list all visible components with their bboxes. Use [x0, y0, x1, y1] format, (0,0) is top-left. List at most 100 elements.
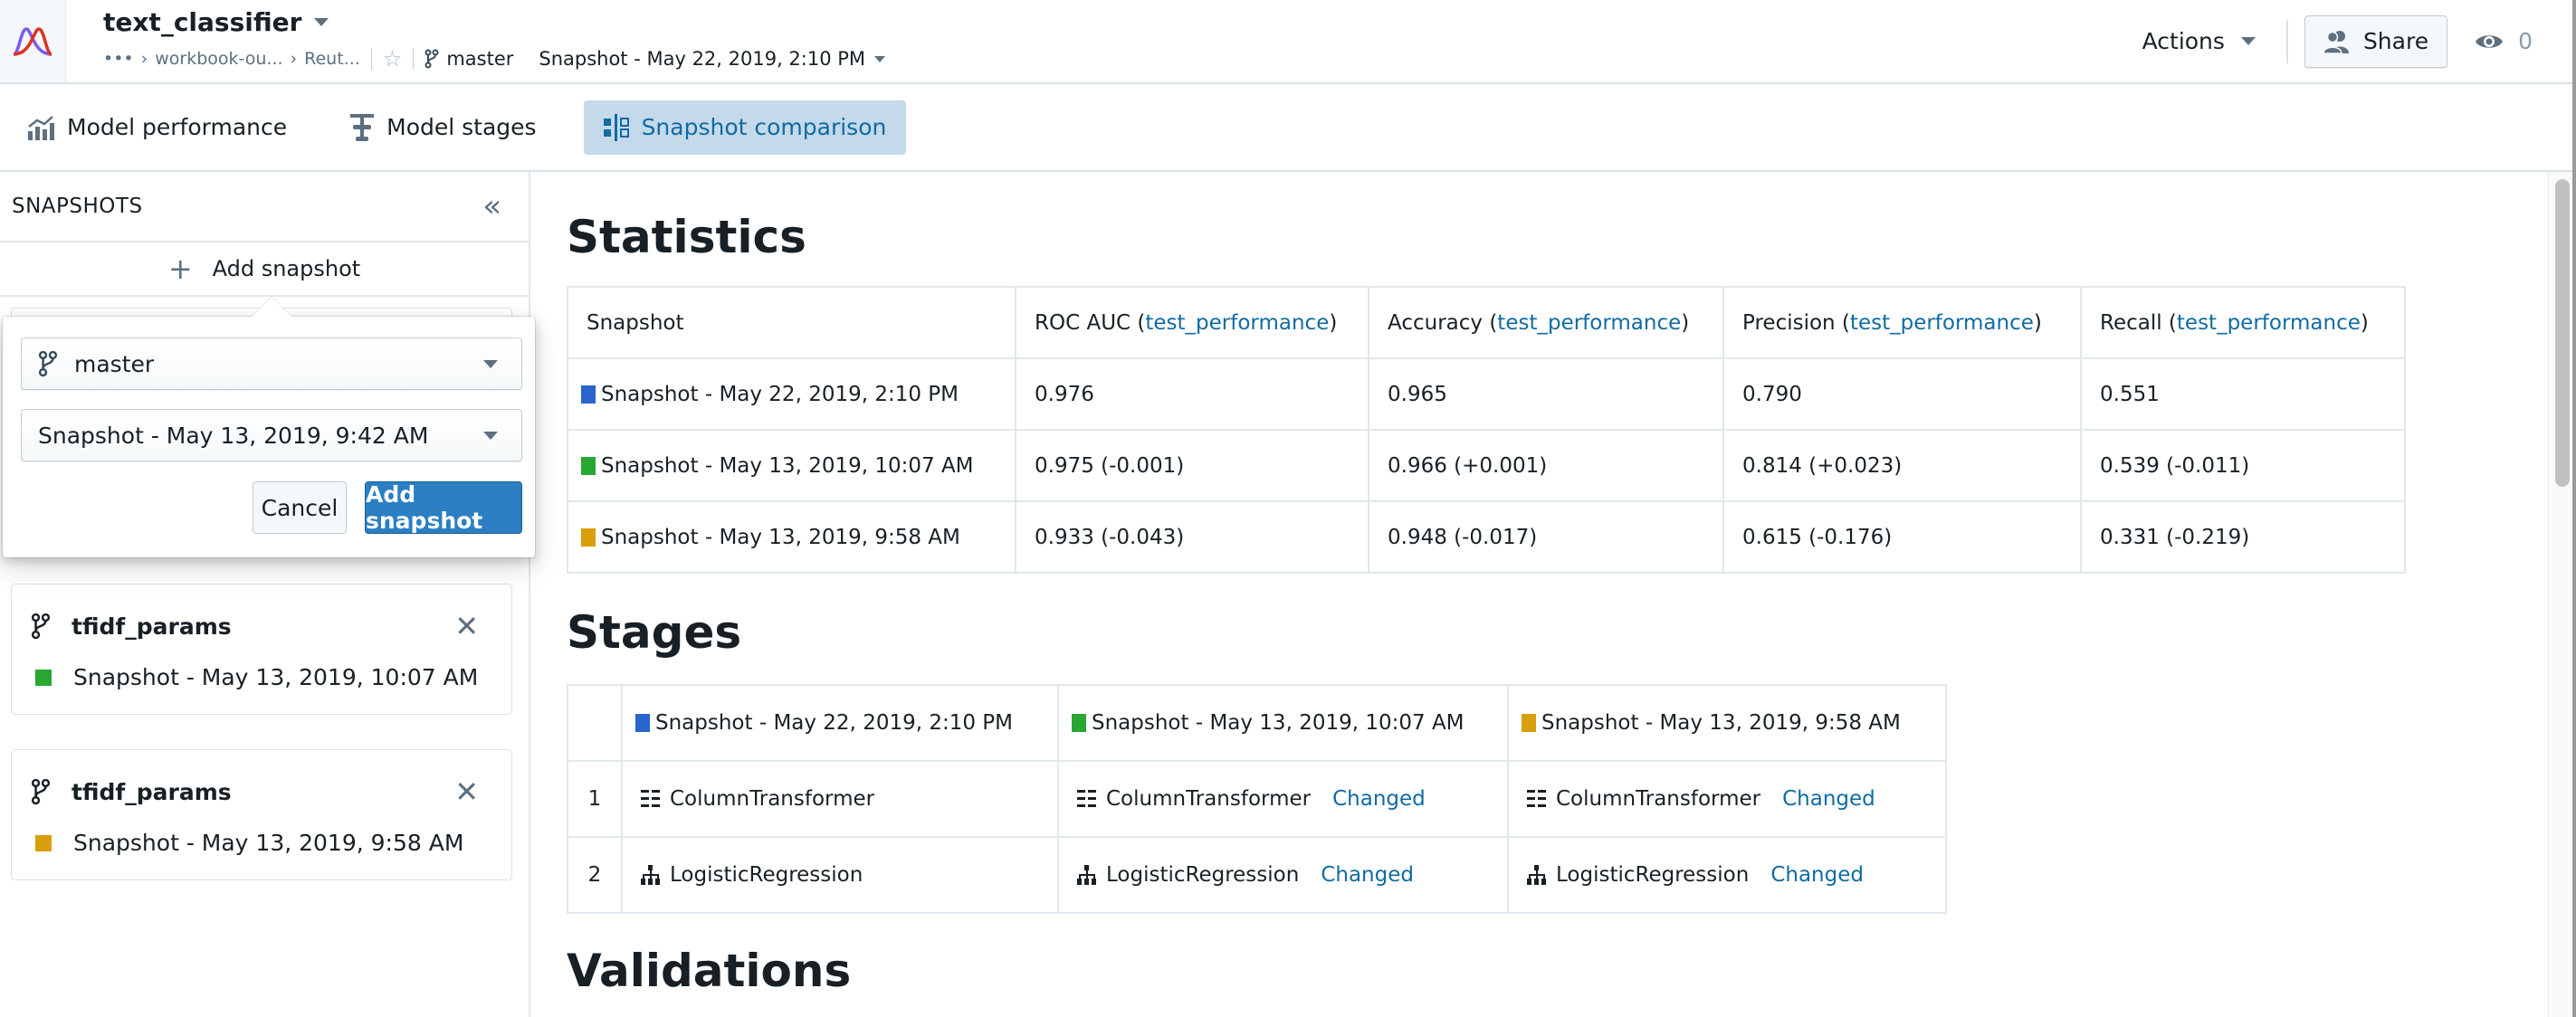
git-branch-icon: [31, 778, 51, 805]
branch-select[interactable]: master: [21, 337, 522, 390]
table-row: Snapshot - May 13, 2019, 9:58 AM 0.933 (…: [567, 500, 2406, 574]
add-snapshot-button[interactable]: Add snapshot: [365, 481, 522, 534]
title-caret-icon: [314, 18, 329, 26]
tab-snapshot-comparison[interactable]: Snapshot comparison: [583, 100, 907, 155]
stage-item[interactable]: ColumnTransformer: [641, 787, 1039, 811]
changed-link[interactable]: Changed: [1782, 787, 1875, 811]
git-branch-icon: [31, 613, 51, 640]
cell-roc-auc: 0.975 (-0.001): [1015, 429, 1369, 502]
plus-icon: +: [167, 252, 193, 286]
divider: [413, 48, 415, 70]
column-header: Snapshot - May 22, 2019, 2:10 PM: [621, 684, 1059, 762]
source-link[interactable]: test_performance: [2177, 311, 2361, 335]
color-swatch: [1522, 714, 1536, 732]
cell-accuracy: 0.948 (-0.017): [1368, 500, 1724, 574]
hierarchy-icon: [641, 865, 660, 885]
source-link[interactable]: test_performance: [1497, 311, 1681, 335]
remove-snapshot-icon[interactable]: ✕: [454, 612, 479, 641]
table-row: Snapshot - May 22, 2019, 2:10 PM 0.976 0…: [567, 357, 2406, 431]
app-title[interactable]: text_classifier: [103, 7, 329, 37]
stage-item[interactable]: ColumnTransformer Changed: [1527, 787, 1927, 811]
row-number: 2: [567, 836, 623, 914]
add-snapshot-trigger[interactable]: + Add snapshot: [0, 242, 529, 297]
breadcrumb: ••• › workbook-ou... › Reut... ☆ master …: [103, 46, 886, 71]
stage-item[interactable]: LogisticRegression Changed: [1527, 863, 1927, 887]
snapshot-card: tfidf_params ✕ Snapshot - May 13, 2019, …: [11, 584, 512, 715]
breadcrumb-item-workbook[interactable]: workbook-ou...: [155, 49, 282, 69]
stage-item[interactable]: LogisticRegression: [641, 863, 1039, 887]
collapse-sidebar-icon[interactable]: «: [482, 191, 501, 222]
branch-selector[interactable]: master: [425, 48, 513, 70]
chevron-down-icon: [2240, 37, 2256, 45]
cell-precision: 0.814 (+0.023): [1722, 429, 2082, 502]
table-row: Snapshot - May 13, 2019, 10:07 AM 0.975 …: [567, 429, 2406, 502]
snapshot-select[interactable]: Snapshot - May 13, 2019, 9:42 AM: [21, 409, 522, 461]
snapshots-sidebar: SNAPSHOTS « + Add snapshot master Snapsh…: [0, 172, 535, 1017]
viewers-count[interactable]: 0: [2475, 28, 2533, 54]
stages-heading: Stages: [567, 606, 742, 659]
git-branch-icon: [38, 350, 58, 377]
window-edge: [2572, 0, 2576, 1017]
source-link[interactable]: test_performance: [1145, 311, 1329, 335]
scrollbar-thumb[interactable]: [2555, 179, 2570, 487]
tab-model-stages[interactable]: Model stages: [334, 100, 552, 155]
column-transformer-icon: [1527, 790, 1546, 807]
cell-recall: 0.331 (-0.219): [2080, 500, 2406, 574]
statistics-heading: Statistics: [567, 211, 806, 263]
color-swatch: [1072, 714, 1086, 732]
divider: [370, 48, 372, 70]
cell-precision: 0.790: [1722, 357, 2082, 431]
comparison-content: Statistics Snapshot ROC AUC (test_perfor…: [532, 172, 2547, 1017]
column-header: Recall (test_performance): [2080, 286, 2406, 359]
statistics-table: Snapshot ROC AUC (test_performance) Accu…: [567, 286, 2406, 574]
changed-link[interactable]: Changed: [1770, 863, 1864, 887]
people-icon: [2323, 30, 2349, 53]
cell-accuracy: 0.966 (+0.001): [1368, 429, 1724, 502]
eye-icon: [2476, 34, 2504, 48]
git-branch-icon: [425, 49, 439, 69]
cell-recall: 0.539 (-0.011): [2080, 429, 2406, 502]
cell-precision: 0.615 (-0.176): [1722, 500, 2082, 574]
breadcrumb-more[interactable]: •••: [103, 49, 134, 69]
logo-icon: [13, 26, 52, 56]
add-snapshot-popover: master Snapshot - May 13, 2019, 9:42 AM …: [3, 317, 535, 557]
hierarchy-icon: [1077, 865, 1096, 885]
remove-snapshot-icon[interactable]: ✕: [454, 777, 479, 806]
stage-item[interactable]: LogisticRegression Changed: [1077, 863, 1489, 887]
star-icon[interactable]: ☆: [383, 46, 403, 71]
color-swatch: [35, 834, 52, 851]
app-logo[interactable]: [0, 0, 66, 82]
tab-bar: Model performance Model stages Snapshot …: [0, 84, 2576, 172]
color-swatch: [581, 385, 596, 404]
snapshot-card: tfidf_params ✕ Snapshot - May 13, 2019, …: [11, 749, 512, 880]
table-row: 2 LogisticRegression LogisticRegression …: [567, 836, 1947, 914]
share-button[interactable]: Share: [2304, 14, 2448, 68]
chevron-right-icon: ›: [140, 49, 148, 69]
cell-roc-auc: 0.976: [1015, 357, 1369, 431]
actions-menu[interactable]: Actions: [2142, 28, 2256, 54]
column-header: Snapshot - May 13, 2019, 9:58 AM: [1507, 684, 1947, 762]
column-header: Accuracy (test_performance): [1368, 286, 1724, 359]
snapshot-selector[interactable]: Snapshot - May 22, 2019, 2:10 PM: [539, 48, 886, 70]
chevron-down-icon: [483, 359, 498, 368]
chevron-down-icon: [874, 55, 886, 62]
cell-roc-auc: 0.933 (-0.043): [1015, 500, 1369, 574]
tab-model-performance[interactable]: Model performance: [27, 100, 303, 155]
cancel-button[interactable]: Cancel: [253, 481, 347, 534]
validations-heading: Validations: [567, 945, 852, 997]
changed-link[interactable]: Changed: [1321, 863, 1414, 887]
column-transformer-icon: [641, 790, 660, 807]
breadcrumb-item-reut[interactable]: Reut...: [304, 49, 360, 69]
stages-table: Snapshot - May 22, 2019, 2:10 PM Snapsho…: [567, 684, 1947, 914]
app-header: text_classifier ••• › workbook-ou... › R…: [0, 0, 2576, 84]
column-header: Precision (test_performance): [1722, 286, 2082, 359]
color-swatch: [35, 669, 52, 686]
source-link[interactable]: test_performance: [1850, 311, 2034, 335]
changed-link[interactable]: Changed: [1332, 787, 1426, 811]
chevron-right-icon: ›: [290, 49, 298, 69]
sidebar-title: SNAPSHOTS: [12, 195, 143, 218]
column-header: [567, 684, 623, 762]
color-swatch: [581, 456, 596, 475]
stage-item[interactable]: ColumnTransformer Changed: [1077, 787, 1489, 811]
chevron-down-icon: [483, 431, 498, 440]
